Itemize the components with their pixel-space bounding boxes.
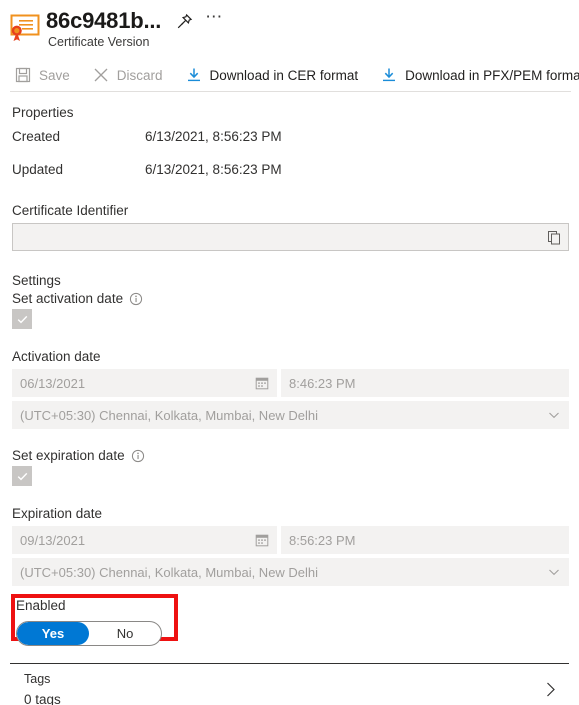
tags-row[interactable]: Tags 0 tags: [10, 664, 569, 705]
expiration-date-value: 09/13/2021: [20, 532, 86, 548]
expiration-time-value: 8:56:23 PM: [289, 532, 356, 548]
enabled-label: Enabled: [16, 598, 66, 613]
updated-label: Updated: [12, 162, 64, 177]
activation-time-value: 8:46:23 PM: [289, 375, 356, 391]
download-cer-label: Download in CER format: [209, 67, 359, 83]
download-cer-button[interactable]: Download in CER format: [185, 60, 370, 90]
certificate-identifier-input[interactable]: [12, 223, 569, 251]
download-icon: [185, 66, 203, 84]
certificate-icon: [8, 10, 42, 44]
certificate-identifier-label: Certificate Identifier: [12, 203, 129, 218]
set-activation-date-label: Set activation date: [12, 291, 124, 306]
expiration-timezone-value: (UTC+05:30) Chennai, Kolkata, Mumbai, Ne…: [20, 564, 319, 580]
created-row: Created 6/13/2021, 8:56:23 PM: [12, 123, 569, 150]
copy-icon[interactable]: [547, 230, 562, 245]
created-value: 6/13/2021, 8:56:23 PM: [145, 129, 282, 144]
set-activation-date-checkbox[interactable]: [12, 309, 32, 329]
activation-timezone-value: (UTC+05:30) Chennai, Kolkata, Mumbai, Ne…: [20, 407, 319, 423]
enabled-section: Enabled Yes No: [10, 594, 569, 646]
created-label: Created: [12, 129, 61, 144]
download-pfx-button[interactable]: Download in PFX/PEM format: [380, 60, 579, 90]
tags-count: 0 tags: [24, 692, 61, 705]
activation-timezone-select[interactable]: (UTC+05:30) Chennai, Kolkata, Mumbai, Ne…: [12, 401, 569, 429]
expiration-timezone-row: (UTC+05:30) Chennai, Kolkata, Mumbai, Ne…: [12, 558, 569, 586]
close-icon: [92, 66, 110, 84]
activation-date-value: 06/13/2021: [20, 375, 86, 391]
page-title: 86c9481b...: [46, 8, 162, 33]
discard-label: Discard: [116, 67, 163, 83]
expiration-time-input[interactable]: 8:56:23 PM: [281, 526, 569, 554]
activation-date-label: Activation date: [12, 349, 101, 364]
blade-content: Properties Created 6/13/2021, 8:56:23 PM…: [0, 105, 579, 646]
save-label: Save: [39, 67, 70, 83]
enabled-toggle-no[interactable]: No: [89, 622, 161, 645]
info-icon[interactable]: [129, 292, 143, 306]
command-bar: Save Discard Download in CER format Down…: [0, 58, 579, 92]
set-expiration-date-label: Set expiration date: [12, 448, 125, 463]
settings-section-title: Settings: [12, 273, 61, 288]
certificate-version-blade: 86c9481b... ⋯ Certificate Version Save D…: [0, 0, 579, 705]
activation-timezone-row: (UTC+05:30) Chennai, Kolkata, Mumbai, Ne…: [12, 401, 569, 429]
blade-header: 86c9481b... ⋯ Certificate Version: [0, 0, 579, 49]
set-expiration-date-row: Set expiration date: [12, 448, 569, 463]
discard-button[interactable]: Discard: [92, 60, 174, 90]
activation-time-input[interactable]: 8:46:23 PM: [281, 369, 569, 397]
activation-date-input[interactable]: 06/13/2021: [12, 369, 277, 397]
set-expiration-date-checkbox[interactable]: [12, 466, 32, 486]
pin-icon[interactable]: [171, 8, 197, 34]
enabled-inner: Enabled Yes No: [10, 598, 569, 646]
chevron-down-icon[interactable]: [547, 408, 561, 422]
download-pfx-label: Download in PFX/PEM format: [405, 67, 579, 83]
title-row: 86c9481b... ⋯: [46, 8, 227, 34]
expiration-date-input[interactable]: 09/13/2021: [12, 526, 277, 554]
tags-section: Tags 0 tags: [0, 663, 579, 705]
chevron-right-icon[interactable]: [542, 681, 559, 698]
expiration-date-row: 09/13/2021 8:56:23 PM: [12, 526, 569, 554]
tags-text: Tags 0 tags: [24, 672, 61, 705]
more-options-icon[interactable]: ⋯: [201, 8, 227, 34]
calendar-icon[interactable]: [255, 533, 269, 547]
save-button[interactable]: Save: [14, 60, 81, 90]
expiration-timezone-select[interactable]: (UTC+05:30) Chennai, Kolkata, Mumbai, Ne…: [12, 558, 569, 586]
updated-value: 6/13/2021, 8:56:23 PM: [145, 162, 282, 177]
enabled-toggle-yes[interactable]: Yes: [17, 622, 89, 645]
updated-row: Updated 6/13/2021, 8:56:23 PM: [12, 156, 569, 183]
save-icon: [14, 66, 32, 84]
blade-subtitle: Certificate Version: [48, 35, 150, 49]
set-activation-date-row: Set activation date: [12, 291, 569, 306]
calendar-icon[interactable]: [255, 376, 269, 390]
toolbar-divider: [10, 91, 571, 92]
properties-section-title: Properties: [12, 105, 74, 120]
info-icon[interactable]: [131, 449, 145, 463]
download-icon: [380, 66, 398, 84]
title-block: 86c9481b... ⋯ Certificate Version: [46, 8, 227, 49]
activation-date-row: 06/13/2021 8:46:23 PM: [12, 369, 569, 397]
expiration-date-label: Expiration date: [12, 506, 103, 521]
chevron-down-icon[interactable]: [547, 565, 561, 579]
enabled-toggle[interactable]: Yes No: [16, 621, 162, 646]
tags-label: Tags: [24, 672, 51, 686]
